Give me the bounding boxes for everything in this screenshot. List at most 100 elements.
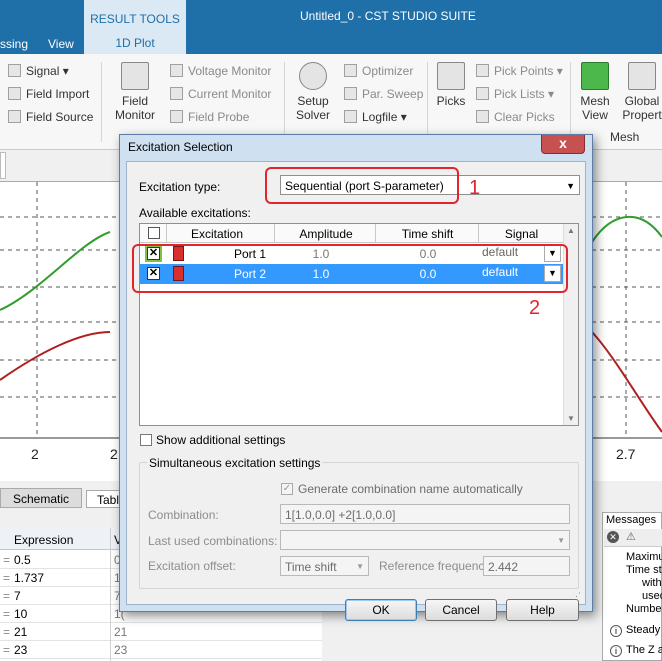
excitation-offset-select[interactable]: Time shift ▼: [280, 556, 369, 576]
message-text: Maximu: [626, 551, 662, 563]
ribbon-logfile[interactable]: Logfile ▾: [344, 110, 407, 124]
picks-button[interactable]: Picks: [432, 62, 470, 108]
show-additional-settings-label[interactable]: Show additional settings: [156, 433, 285, 447]
picks-icon: [437, 62, 465, 90]
menu-tab-view[interactable]: View: [48, 37, 74, 51]
ribbon-separator: [284, 62, 285, 142]
ribbon-group-mesh: Mesh: [610, 130, 640, 144]
ribbon-pick-points[interactable]: Pick Points ▾: [476, 64, 563, 78]
ribbon-field-probe[interactable]: Field Probe: [170, 110, 249, 124]
mesh-view-button[interactable]: Mesh View: [575, 62, 615, 122]
setup-solver-button[interactable]: Setup Solver: [288, 62, 338, 122]
context-tab-group-label: RESULT TOOLS: [90, 12, 180, 26]
simultaneous-settings-title: Simultaneous excitation settings: [147, 456, 323, 470]
annotation-number-1: 1: [469, 177, 481, 199]
header-time-shift[interactable]: Time shift: [376, 227, 479, 241]
excitation-offset-label: Excitation offset:: [148, 559, 236, 573]
messages-title: Messages: [606, 514, 657, 526]
clear-messages-icon[interactable]: ✕: [607, 531, 619, 543]
title-bar: ssing View RESULT TOOLS 1D Plot Untitled…: [0, 0, 662, 54]
result-tools-context-tab[interactable]: RESULT TOOLS 1D Plot: [84, 0, 186, 54]
message-text: The Z a: [626, 644, 662, 656]
field-import-icon: [8, 87, 21, 100]
dropdown-arrow-icon: ▼: [356, 562, 364, 571]
ribbon-current-monitor[interactable]: Current Monitor: [170, 87, 271, 101]
field-monitor-button[interactable]: Field Monitor: [108, 62, 162, 122]
ribbon-pick-lists[interactable]: Pick Lists ▾: [476, 87, 554, 101]
messages-toolbar: ✕ ⚠: [604, 529, 662, 547]
curve-green-right: [591, 215, 662, 243]
reference-frequency-field[interactable]: 2.442: [483, 556, 570, 576]
excitation-type-label: Excitation type:: [139, 180, 221, 194]
dialog-title: Excitation Selection: [128, 140, 233, 154]
window-title: Untitled_0 - CST STUDIO SUITE: [300, 9, 476, 23]
current-monitor-icon: [170, 87, 183, 100]
ribbon-optimizer[interactable]: Optimizer: [344, 64, 413, 78]
annotation-box-1: [265, 167, 459, 204]
voltage-monitor-icon: [170, 64, 183, 77]
ribbon-separator: [427, 62, 428, 142]
scroll-up-icon[interactable]: ▲: [567, 226, 575, 235]
curve-red: [0, 331, 111, 381]
parameter-row[interactable]: = 21 21: [0, 623, 322, 641]
column-divider[interactable]: [110, 528, 111, 661]
excitation-selection-dialog: Excitation Selection x Excitation type: …: [119, 134, 593, 621]
ribbon-separator: [570, 62, 571, 142]
header-signal[interactable]: Signal: [479, 227, 564, 241]
scroll-down-icon[interactable]: ▼: [567, 414, 575, 423]
global-properties-button[interactable]: Global Propert: [622, 62, 662, 122]
header-expression[interactable]: Expression: [14, 533, 73, 547]
ribbon-signal[interactable]: Signal ▾: [8, 64, 69, 78]
pick-points-icon: [476, 64, 489, 77]
resize-grip-icon[interactable]: ⋰: [572, 591, 582, 601]
ribbon-par-sweep[interactable]: Par. Sweep: [344, 87, 423, 101]
header-amplitude[interactable]: Amplitude: [275, 227, 377, 241]
help-button[interactable]: Help: [506, 599, 579, 621]
annotation-box-2: [132, 244, 568, 293]
close-button[interactable]: x: [541, 135, 585, 154]
field-probe-icon: [170, 110, 183, 123]
generate-name-checkbox[interactable]: ✓: [281, 483, 293, 495]
dropdown-arrow-icon: ▼: [566, 181, 575, 191]
menu-tab-processing[interactable]: ssing: [0, 37, 28, 51]
message-text: with: [642, 577, 662, 589]
cancel-button[interactable]: Cancel: [425, 599, 497, 621]
last-used-label: Last used combinations:: [148, 534, 278, 548]
available-excitations-label: Available excitations:: [139, 206, 251, 220]
clear-picks-icon: [476, 110, 489, 123]
warning-icon[interactable]: ⚠: [626, 530, 636, 543]
excitations-table-header: Excitation Amplitude Time shift Signal: [140, 224, 564, 243]
curve-red-right: [591, 331, 662, 433]
ribbon-field-import[interactable]: Field Import: [8, 87, 89, 101]
combination-field[interactable]: 1[1.0,0.0] +2[1.0,0.0]: [280, 504, 570, 524]
x-tick-label: 2: [31, 446, 39, 462]
par-sweep-icon: [344, 87, 357, 100]
reference-frequency-label: Reference frequency:: [379, 559, 494, 573]
select-all-checkbox[interactable]: [148, 227, 160, 239]
last-used-combinations-select[interactable]: ▼: [280, 530, 570, 550]
tab-1d-plot[interactable]: 1D Plot: [84, 36, 186, 50]
document-tab[interactable]: [0, 152, 6, 179]
pick-lists-icon: [476, 87, 489, 100]
mesh-cube-icon: [581, 62, 609, 90]
gear-icon: [628, 62, 656, 90]
x-tick-label: 2.7: [616, 446, 636, 462]
message-text: Steady: [626, 624, 661, 636]
message-text: Number: [626, 603, 662, 615]
combination-label: Combination:: [148, 508, 219, 522]
ribbon-voltage-monitor[interactable]: Voltage Monitor: [170, 64, 271, 78]
ribbon-clear-picks[interactable]: Clear Picks: [476, 110, 555, 124]
parameter-row[interactable]: = 23 23: [0, 641, 322, 659]
generate-name-label: Generate combination name automatically: [298, 482, 523, 496]
info-icon: i: [610, 645, 622, 657]
ok-button[interactable]: OK: [345, 599, 417, 621]
logfile-icon: [344, 110, 357, 123]
tab-schematic[interactable]: Schematic: [0, 488, 82, 508]
info-icon: i: [610, 625, 622, 637]
annotation-number-2: 2: [529, 297, 541, 319]
show-additional-settings-checkbox[interactable]: [140, 434, 152, 446]
signal-icon: [8, 64, 21, 77]
ribbon-field-source[interactable]: Field Source: [8, 110, 93, 124]
header-excitation[interactable]: Excitation: [167, 227, 267, 241]
curve-green: [0, 231, 111, 311]
